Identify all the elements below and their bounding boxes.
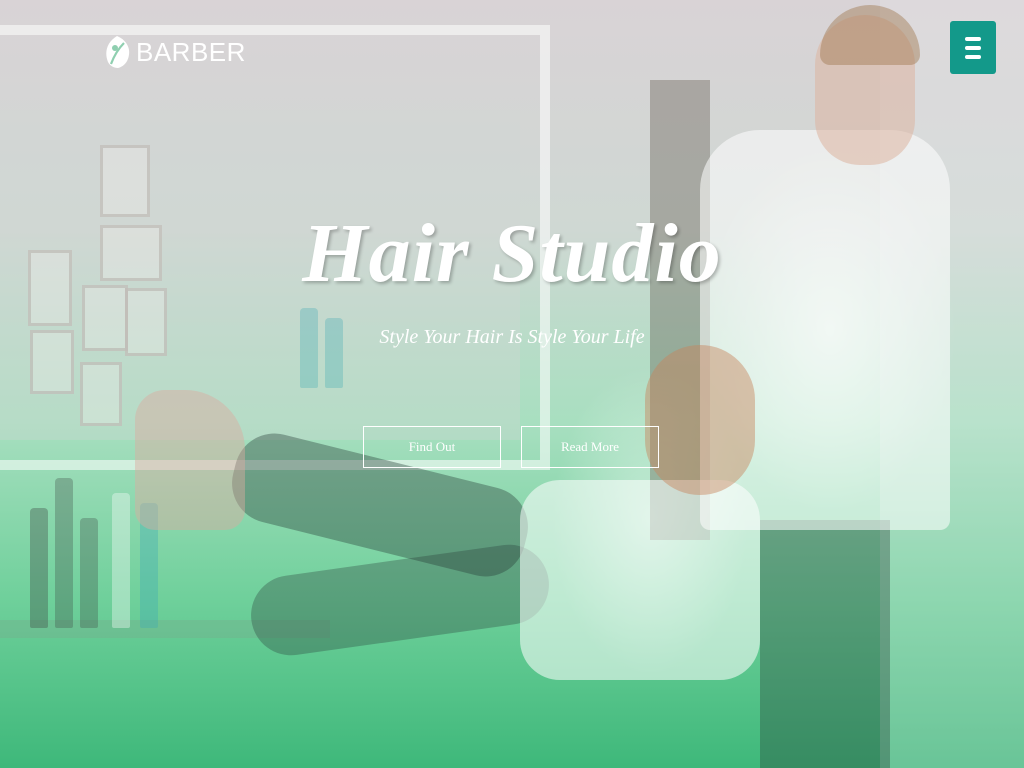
barber-leaf-icon: [106, 36, 130, 68]
hamburger-menu-icon: [965, 45, 981, 50]
woman-figure: [520, 480, 760, 680]
woman-leg: [245, 539, 555, 661]
read-more-button[interactable]: Read More: [521, 426, 659, 468]
man-legs: [760, 520, 890, 768]
wall-frame: [80, 362, 122, 426]
hamburger-menu-button[interactable]: [950, 21, 996, 74]
woman-head: [645, 345, 755, 495]
hamburger-menu-icon: [965, 36, 981, 41]
find-out-button[interactable]: Find Out: [363, 426, 501, 468]
product-bottle: [80, 518, 98, 628]
hamburger-menu-icon: [965, 54, 981, 59]
hero-title: Hair Studio: [302, 207, 722, 300]
hero-subtitle: Style Your Hair Is Style Your Life: [379, 326, 645, 348]
logo-text: BARBER: [136, 37, 246, 67]
hero-background: [0, 0, 1024, 768]
product-bottle: [112, 493, 130, 628]
product-bottle: [55, 478, 73, 628]
product-bottle: [30, 508, 48, 628]
brand-logo[interactable]: BARBER: [102, 34, 246, 70]
woman-boot: [135, 390, 245, 530]
